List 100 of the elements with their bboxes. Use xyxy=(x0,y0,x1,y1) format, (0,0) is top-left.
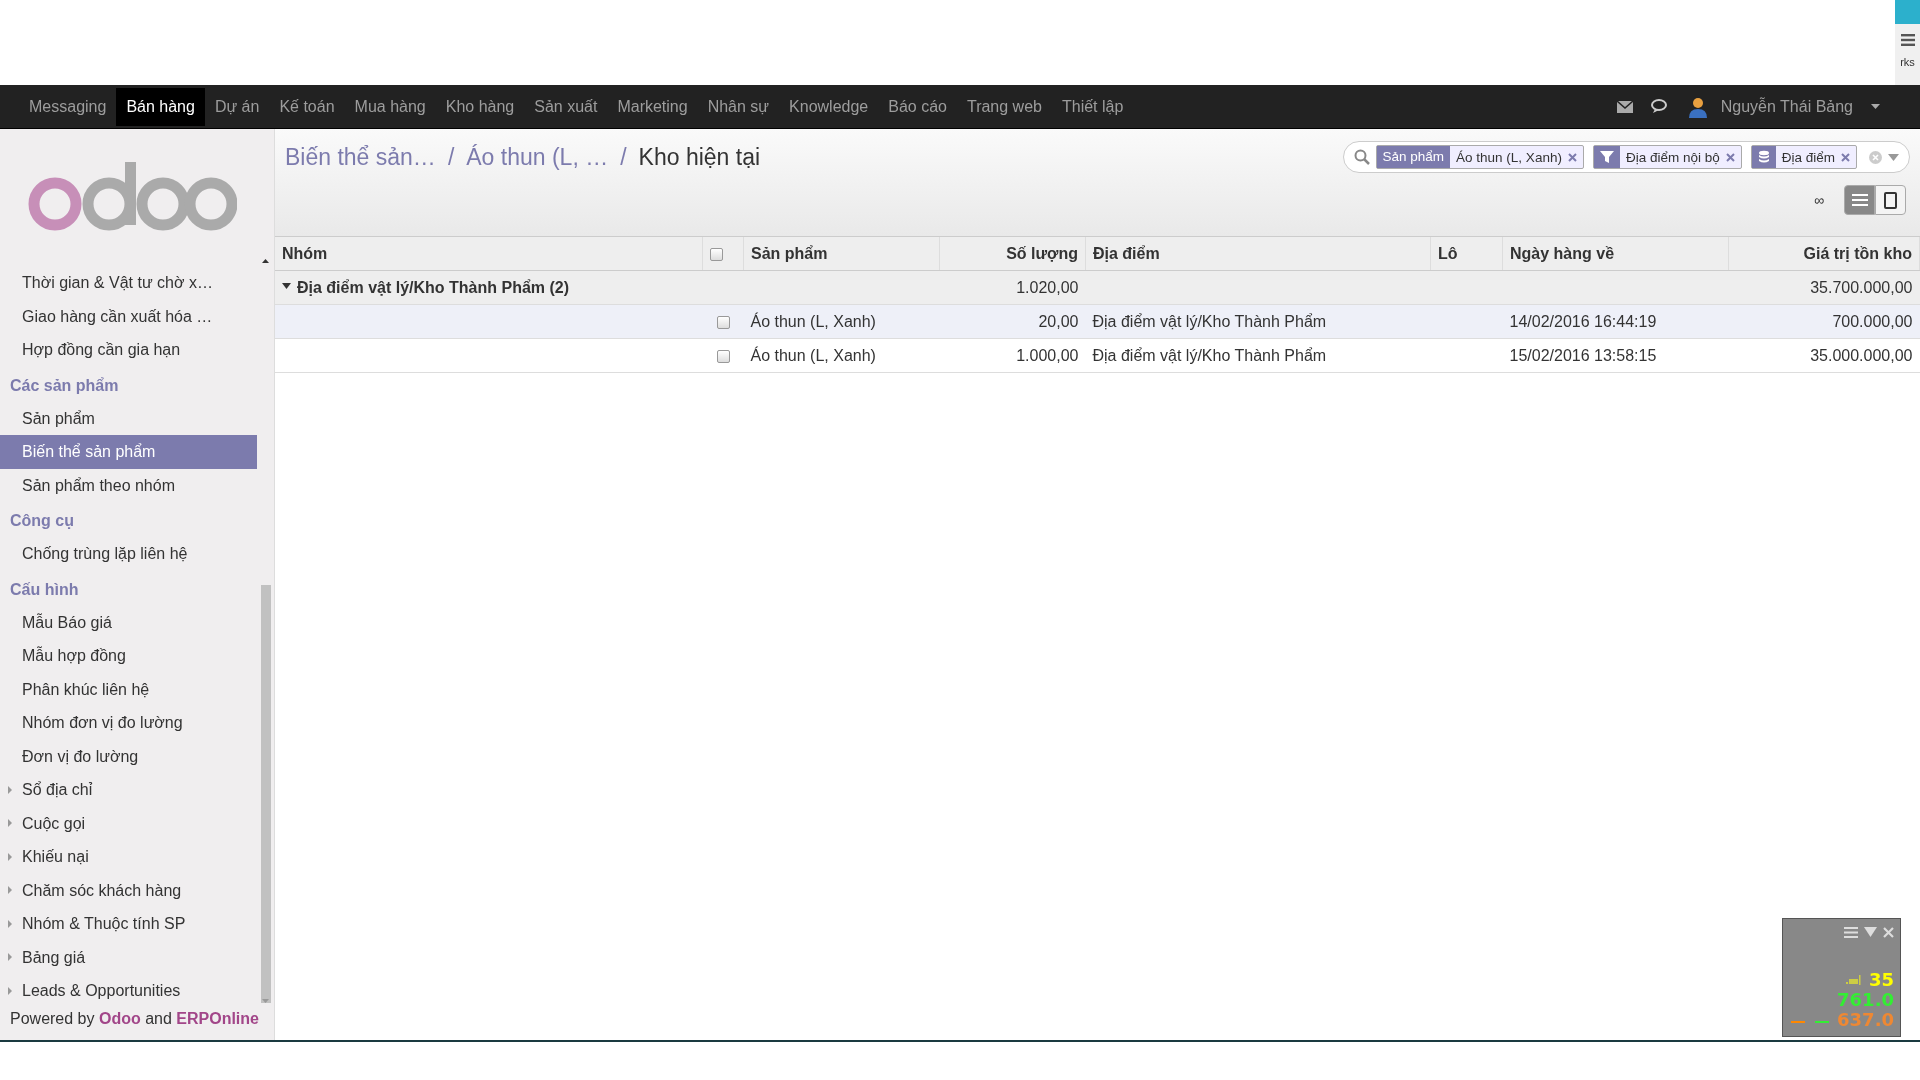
table-cell: 700.000,00 xyxy=(1728,304,1920,339)
scroll-down-icon[interactable] xyxy=(262,999,269,1003)
app-menu-item[interactable]: Báo cáo xyxy=(878,87,957,126)
collapse-icon[interactable] xyxy=(1864,927,1877,937)
expand-icon[interactable] xyxy=(8,986,12,995)
search-facet[interactable]: Sản phẩm Áo thun (L, Xanh) xyxy=(1375,145,1584,169)
view-switch-button[interactable] xyxy=(1844,185,1875,215)
sidebar-item[interactable]: Nhóm đơn vị đo lường xyxy=(0,706,257,740)
app-menu-item[interactable]: Nhân sự xyxy=(697,87,780,126)
side-panel-tab[interactable]: rks xyxy=(1895,0,1920,85)
expand-icon[interactable] xyxy=(8,953,12,962)
scrollbar-thumb[interactable] xyxy=(260,585,271,1003)
sidebar-item[interactable]: Mẫu hợp đồng xyxy=(0,639,257,673)
breadcrumb-link[interactable]: Áo thun (L, … xyxy=(466,143,609,171)
app-menu-item[interactable]: Kho hàng xyxy=(435,87,525,126)
clear-icon[interactable] xyxy=(1869,150,1882,164)
sidebar-item[interactable]: Biến thể sản phẩm xyxy=(0,435,257,469)
sidebar-item[interactable]: Đơn vị đo lường xyxy=(0,739,257,773)
sidebar-item[interactable]: Leads & Opportunities xyxy=(0,974,257,1008)
sidebar-item[interactable]: Chăm sóc khách hàng xyxy=(0,873,257,907)
app-menu-item[interactable]: Mua hàng xyxy=(344,87,436,126)
column-header[interactable]: Địa điểm xyxy=(1085,237,1431,271)
table-cell: 20,00 xyxy=(939,304,1086,339)
expand-icon[interactable] xyxy=(8,886,12,895)
facet-label: Sản phẩm xyxy=(1376,146,1451,168)
search-facet[interactable]: Địa điểm xyxy=(1750,145,1857,169)
user-menu[interactable]: Nguyễn Thái Bảng xyxy=(1720,97,1853,116)
expand-icon[interactable] xyxy=(8,819,12,828)
sidebar-item[interactable]: Cuộc gọi xyxy=(0,806,257,840)
sidebar-item[interactable]: Sản phẩm theo nhóm xyxy=(0,468,257,502)
table-cell: Áo thun (L, Xanh) xyxy=(743,304,940,339)
checkbox[interactable] xyxy=(716,315,730,329)
checkbox[interactable] xyxy=(716,349,730,363)
app-menu-item[interactable]: Marketing xyxy=(607,87,698,126)
table-row[interactable]: Áo thun (L, Xanh) 20,00 Địa điểm vật lý/Kho Thành Phẩm 14/02/2016 16:44:19 700.000,00 xyxy=(275,304,1920,339)
column-header[interactable]: Số lượng xyxy=(939,237,1086,271)
section-heading: Cấu hình xyxy=(9,579,80,600)
table-row[interactable]: Áo thun (L, Xanh) 1.000,00 Địa điểm vật lý/Kho Thành Phẩm 15/02/2016 13:58:15 35.000.000,00 xyxy=(275,338,1920,373)
app-menu-item[interactable]: Thiết lập xyxy=(1051,87,1134,126)
sidebar-item[interactable]: Khiếu nại xyxy=(0,840,257,874)
column-header[interactable]: Lô xyxy=(1430,237,1503,271)
app-menu-item[interactable]: Messaging xyxy=(19,87,117,126)
sidebar-item[interactable]: Mẫu Báo giá xyxy=(0,605,257,639)
table-cell: 35.000.000,00 xyxy=(1728,338,1920,373)
monitor-reading: 761.0 xyxy=(1837,990,1894,1010)
column-header[interactable]: Giá trị tồn kho xyxy=(1728,237,1920,271)
sidebar-item[interactable]: Sổ địa chỉ xyxy=(0,773,257,807)
facet-value: Địa điểm nội bộ xyxy=(1625,149,1720,165)
menu-icon[interactable] xyxy=(1900,34,1915,46)
pager-text[interactable]: ∞ xyxy=(1814,192,1824,208)
view-switch-button[interactable] xyxy=(1875,185,1906,215)
sidebar-item[interactable]: Sản phẩm xyxy=(0,401,257,435)
expand-icon[interactable] xyxy=(8,919,12,928)
checkbox[interactable] xyxy=(710,247,723,261)
app-menu-item[interactable]: Sản xuất xyxy=(524,87,608,126)
close-icon[interactable] xyxy=(1883,927,1894,938)
app-menu-item[interactable]: Bán hàng xyxy=(116,87,205,126)
app-menu-item[interactable]: Knowledge xyxy=(779,87,879,126)
app-menu-item[interactable]: Dự án xyxy=(204,87,270,126)
column-header[interactable]: Nhóm xyxy=(275,237,703,271)
remove-icon[interactable] xyxy=(1841,152,1850,162)
table-cell: Địa điểm vật lý/Kho Thành Phẩm xyxy=(1085,338,1431,373)
section-heading: Công cụ xyxy=(9,511,75,531)
monitor-reading: 35 xyxy=(1868,970,1894,990)
sidebar-item[interactable]: Giao hàng cần xuất hóa … xyxy=(0,299,257,333)
filter-icon xyxy=(1599,151,1614,163)
table-cell: 15/02/2016 13:58:15 xyxy=(1502,338,1729,373)
mail-icon[interactable] xyxy=(1616,100,1633,113)
table-cell: Áo thun (L, Xanh) xyxy=(743,338,940,373)
column-header[interactable]: Ngày hàng về xyxy=(1502,237,1729,271)
facet-value: Địa điểm xyxy=(1781,149,1835,165)
app-menu-item[interactable]: Trang web xyxy=(956,87,1052,126)
caret-icon[interactable] xyxy=(1871,104,1880,109)
expand-icon[interactable] xyxy=(8,852,12,861)
chat-icon[interactable] xyxy=(1650,99,1669,114)
user-avatar-icon[interactable] xyxy=(1686,95,1709,118)
section-heading: Các sản phẩm xyxy=(9,375,120,396)
facet-value: Áo thun (L, Xanh) xyxy=(1456,149,1562,165)
table-cell: 1.020,00 xyxy=(939,270,1086,305)
scroll-up-icon[interactable] xyxy=(262,259,269,263)
search-field[interactable]: Sản phẩm Áo thun (L, Xanh) Địa điểm nội bộ Địa điểm xyxy=(1342,141,1910,173)
breadcrumb-link[interactable]: Biến thể sản… xyxy=(285,143,436,171)
sidebar-item[interactable]: Bảng giá xyxy=(0,940,257,974)
panel-label: rks xyxy=(1900,56,1915,68)
sidebar-item[interactable]: Hợp đồng cần gia hạn xyxy=(0,333,257,367)
sidebar-item[interactable]: Chống trùng lặp liên hệ xyxy=(0,537,257,571)
sidebar-item[interactable]: Thời gian & Vật tư chờ x… xyxy=(0,266,257,300)
remove-icon[interactable] xyxy=(1725,152,1735,162)
app-menu-item[interactable]: Kế toán xyxy=(269,87,345,126)
form-icon xyxy=(1884,191,1897,209)
remove-icon[interactable] xyxy=(1567,152,1577,162)
search-facet[interactable]: Địa điểm nội bộ xyxy=(1592,145,1742,169)
sidebar-item[interactable]: Nhóm & Thuộc tính SP xyxy=(0,907,257,941)
scrollbar[interactable] xyxy=(260,259,271,1003)
expand-icon[interactable] xyxy=(8,785,12,794)
group-row[interactable]: Địa điểm vật lý/Kho Thành Phẩm (2) 1.020,00 35.700.000,00 xyxy=(275,270,1920,305)
sidebar-item[interactable]: Phân khúc liên hệ xyxy=(0,672,257,706)
page-title: Kho hiện tại xyxy=(638,143,761,171)
column-header[interactable]: Sản phẩm xyxy=(743,237,940,271)
dropdown-icon[interactable] xyxy=(1888,153,1899,161)
